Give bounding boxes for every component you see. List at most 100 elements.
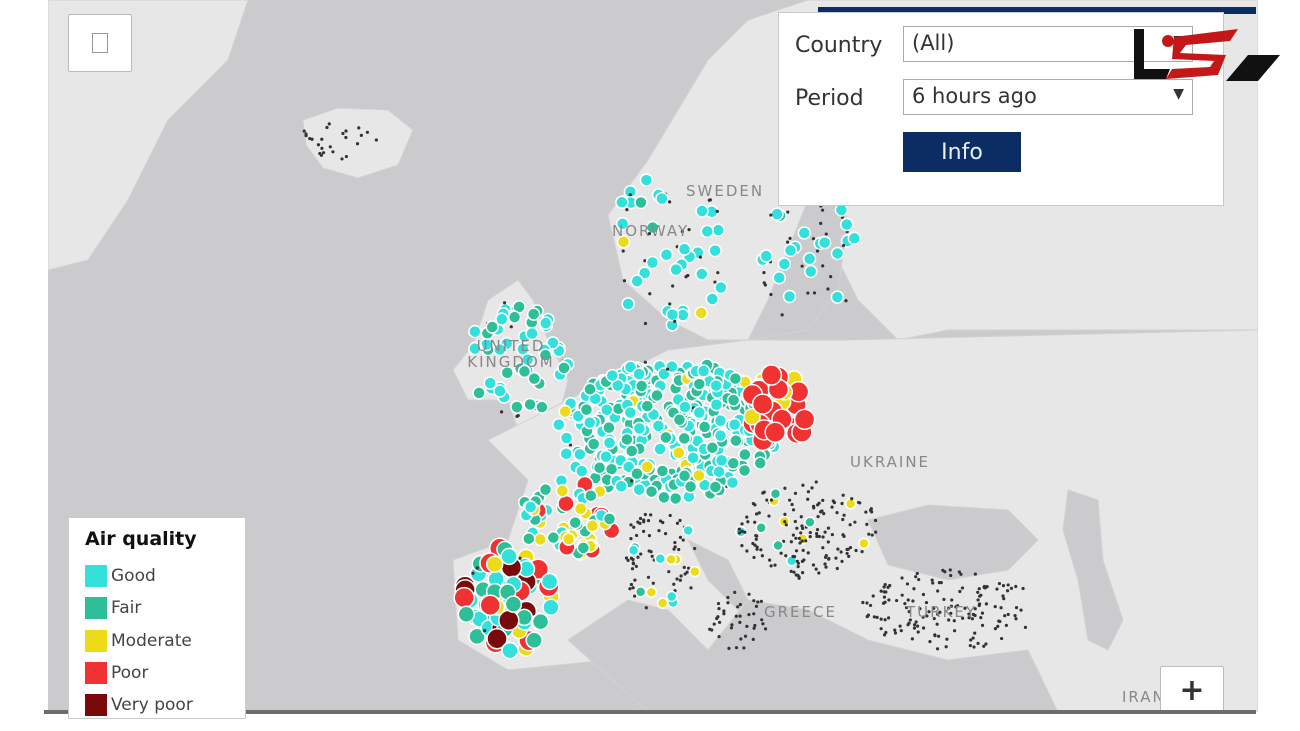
station-no-data[interactable] — [865, 522, 869, 526]
station-no-data[interactable] — [745, 624, 749, 628]
station-no-data[interactable] — [888, 583, 892, 588]
station-good[interactable] — [705, 292, 719, 306]
station-no-data[interactable] — [993, 604, 997, 609]
station-no-data[interactable] — [797, 536, 801, 540]
station-no-data[interactable] — [722, 612, 726, 616]
station-no-data[interactable] — [820, 509, 824, 513]
station-no-data[interactable] — [762, 490, 766, 494]
station-no-data[interactable] — [794, 536, 798, 540]
station-no-data[interactable] — [958, 589, 962, 594]
station-fair[interactable] — [728, 371, 743, 386]
station-no-data[interactable] — [628, 587, 632, 591]
station-no-data[interactable] — [642, 529, 646, 533]
station-no-data[interactable] — [745, 515, 749, 519]
station-no-data[interactable] — [942, 597, 946, 602]
station-no-data[interactable] — [921, 592, 926, 597]
station-good[interactable] — [695, 267, 709, 281]
station-no-data[interactable] — [630, 479, 634, 483]
station-no-data[interactable] — [853, 520, 857, 524]
station-fair[interactable] — [535, 400, 549, 414]
station-no-data[interactable] — [633, 594, 637, 598]
station-no-data[interactable] — [842, 513, 846, 517]
station-no-data[interactable] — [642, 518, 646, 522]
station-no-data[interactable] — [786, 240, 790, 244]
station-no-data[interactable] — [841, 243, 846, 248]
station-no-data[interactable] — [979, 616, 983, 620]
station-no-data[interactable] — [874, 530, 878, 534]
station-no-data[interactable] — [682, 565, 686, 569]
station-no-data[interactable] — [860, 550, 864, 554]
station-no-data[interactable] — [737, 531, 742, 535]
station-fair[interactable] — [527, 371, 542, 386]
station-no-data[interactable] — [915, 571, 919, 576]
station-good[interactable] — [678, 400, 692, 414]
station-no-data[interactable] — [815, 528, 820, 532]
station-no-data[interactable] — [835, 566, 839, 571]
station-good[interactable] — [725, 475, 740, 490]
station-fair[interactable] — [657, 490, 671, 505]
station-fair[interactable] — [557, 361, 571, 375]
station-no-data[interactable] — [948, 568, 952, 572]
station-good[interactable] — [665, 590, 678, 603]
station-no-data[interactable] — [1019, 608, 1023, 612]
station-fair[interactable] — [504, 595, 523, 613]
station-good[interactable] — [627, 544, 640, 557]
station-good[interactable] — [713, 413, 728, 428]
station-no-data[interactable] — [630, 567, 635, 571]
station-no-data[interactable] — [784, 554, 788, 558]
station-good[interactable] — [575, 464, 589, 478]
station-fair[interactable] — [576, 541, 591, 555]
station-no-data[interactable] — [754, 534, 758, 538]
station-no-data[interactable] — [649, 550, 653, 554]
station-no-data[interactable] — [841, 493, 845, 497]
station-no-data[interactable] — [689, 586, 693, 590]
station-no-data[interactable] — [816, 514, 820, 519]
station-no-data[interactable] — [916, 630, 920, 634]
station-no-data[interactable] — [971, 636, 975, 640]
station-good[interactable] — [709, 378, 723, 393]
station-no-data[interactable] — [899, 629, 903, 633]
station-no-data[interactable] — [321, 151, 326, 155]
station-good[interactable] — [654, 552, 667, 565]
station-no-data[interactable] — [509, 325, 513, 329]
station-fair[interactable] — [677, 469, 692, 483]
station-fair[interactable] — [523, 397, 537, 412]
station-no-data[interactable] — [756, 600, 760, 604]
station-no-data[interactable] — [873, 518, 878, 523]
station-no-data[interactable] — [798, 541, 802, 545]
station-no-data[interactable] — [666, 367, 670, 371]
station-no-data[interactable] — [999, 636, 1004, 641]
station-fair[interactable] — [510, 400, 524, 414]
station-no-data[interactable] — [341, 131, 345, 136]
station-no-data[interactable] — [968, 643, 972, 648]
station-good[interactable] — [630, 274, 644, 288]
station-good[interactable] — [538, 316, 553, 330]
station-no-data[interactable] — [935, 622, 939, 626]
station-good[interactable] — [632, 421, 647, 436]
station-no-data[interactable] — [471, 571, 475, 575]
station-good[interactable] — [777, 257, 792, 271]
station-no-data[interactable] — [827, 557, 831, 561]
station-no-data[interactable] — [649, 513, 653, 517]
station-no-data[interactable] — [621, 249, 625, 253]
station-no-data[interactable] — [1021, 586, 1025, 591]
station-no-data[interactable] — [629, 537, 633, 541]
station-good[interactable] — [500, 547, 518, 566]
station-no-data[interactable] — [629, 582, 634, 587]
station-no-data[interactable] — [861, 600, 865, 605]
station-no-data[interactable] — [868, 508, 873, 512]
station-no-data[interactable] — [657, 529, 661, 533]
station-no-data[interactable] — [887, 616, 891, 620]
station-moderate[interactable] — [555, 484, 570, 498]
station-no-data[interactable] — [755, 545, 759, 549]
station-no-data[interactable] — [847, 554, 851, 558]
station-no-data[interactable] — [673, 319, 677, 323]
station-good[interactable] — [655, 191, 669, 206]
station-no-data[interactable] — [673, 545, 677, 549]
station-no-data[interactable] — [949, 573, 953, 578]
station-no-data[interactable] — [631, 586, 635, 590]
station-moderate[interactable] — [533, 532, 547, 547]
station-no-data[interactable] — [893, 631, 898, 635]
station-no-data[interactable] — [806, 490, 811, 494]
station-no-data[interactable] — [638, 516, 643, 521]
